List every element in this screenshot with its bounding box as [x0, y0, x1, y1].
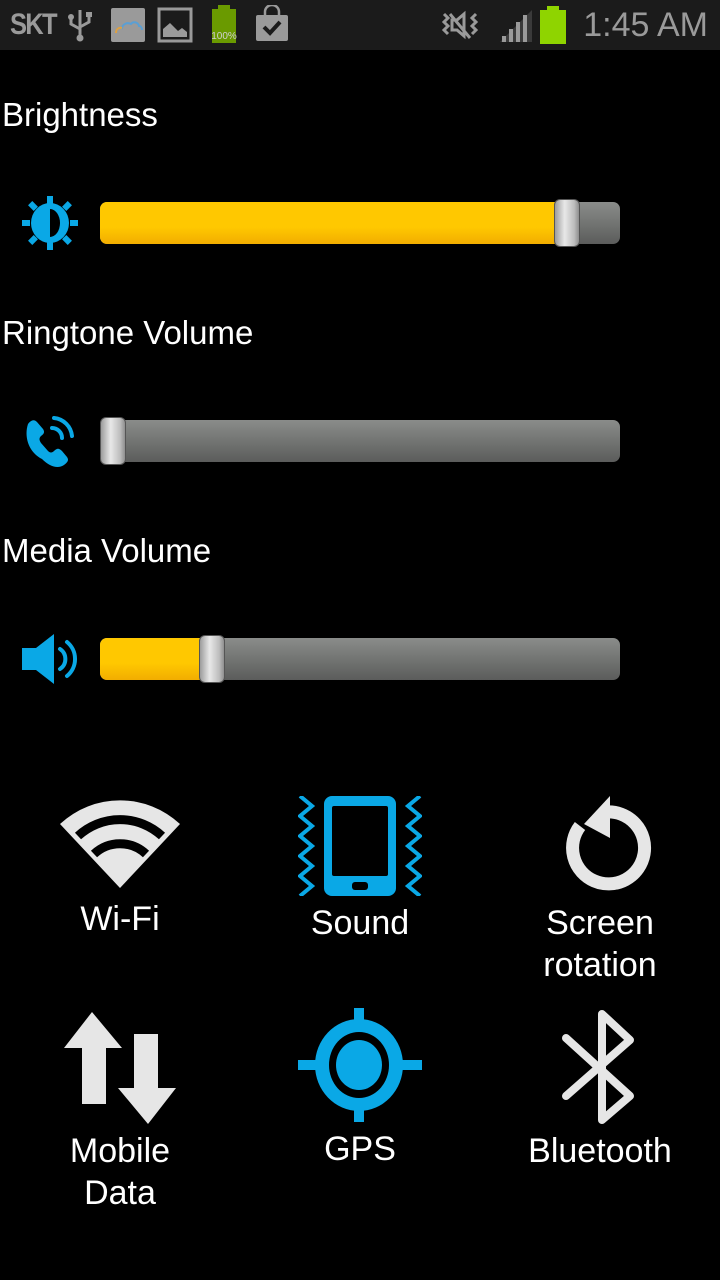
shopping-bag-check-icon	[256, 5, 288, 41]
status-bar[interactable]: SKT 100% 1:45 AM	[0, 0, 720, 50]
brightness-fill	[100, 202, 568, 244]
rotation-icon	[566, 796, 652, 891]
toggle-label: GPS	[324, 1130, 396, 1168]
media-slider-row	[0, 624, 720, 694]
label-line: Mobile	[69, 1132, 171, 1170]
mobile-data-icon	[64, 1012, 176, 1124]
brightness-label: Brightness	[2, 96, 158, 133]
ringtone-volume-thumb[interactable]	[100, 417, 126, 465]
clock: 1:45 AM	[583, 5, 708, 44]
brightness-slider-row	[0, 188, 720, 258]
wifi-icon	[60, 800, 180, 888]
label-line: Screen	[546, 904, 654, 942]
battery-full-icon: 100%	[208, 5, 240, 45]
label-line: Data	[84, 1174, 156, 1212]
mute-vibrate-icon	[441, 10, 479, 40]
bluetooth-icon	[562, 1010, 634, 1124]
gps-icon	[298, 1008, 422, 1122]
toggle-label: Screen rotation	[480, 902, 720, 986]
ringtone-slider-row	[0, 406, 720, 476]
media-volume-thumb[interactable]	[198, 635, 225, 683]
ringtone-volume-label: Ringtone Volume	[2, 314, 254, 351]
toggle-screen-rotation[interactable]: Screen rotation	[480, 796, 720, 986]
ringtone-icon	[26, 416, 74, 467]
usb-icon	[68, 10, 92, 42]
vibrate-phone-icon	[298, 796, 422, 896]
toggle-bluetooth[interactable]: Bluetooth	[480, 1010, 720, 1172]
carrier-label: SKT	[10, 8, 58, 41]
media-volume-slider[interactable]	[100, 635, 620, 683]
cloud-icon	[111, 8, 145, 42]
battery-percent-text: 100%	[211, 31, 237, 42]
brightness-icon	[22, 196, 78, 250]
toggle-gps[interactable]: GPS	[240, 1008, 480, 1170]
toggle-mobile-data[interactable]: Mobile Data	[0, 1010, 240, 1214]
toggle-sound[interactable]: Sound	[240, 796, 480, 944]
media-volume-label: Media Volume	[2, 532, 212, 569]
media-volume-fill	[100, 638, 212, 680]
battery-icon	[540, 6, 566, 44]
label-line: rotation	[543, 946, 657, 984]
signal-icon	[500, 10, 532, 42]
toggle-label: Mobile Data	[0, 1130, 240, 1214]
toggle-label: Bluetooth	[528, 1132, 672, 1170]
brightness-slider[interactable]	[100, 199, 620, 247]
toggle-label: Sound	[310, 904, 410, 942]
toggle-wifi[interactable]: Wi-Fi	[0, 796, 240, 940]
speaker-icon	[22, 634, 78, 684]
gallery-icon	[157, 7, 193, 43]
toggle-label: Wi-Fi	[80, 900, 160, 938]
ringtone-volume-slider[interactable]	[100, 417, 620, 465]
brightness-thumb[interactable]	[554, 199, 581, 247]
